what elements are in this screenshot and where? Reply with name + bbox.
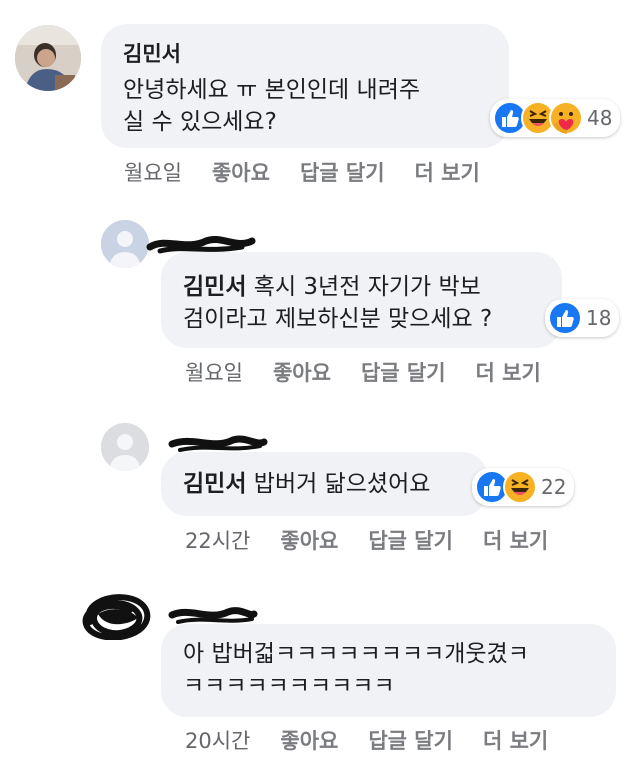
scribbled-avatar [82,594,151,641]
comment-time[interactable]: 22시간 [185,525,250,555]
haha-icon [503,470,537,504]
reaction-summary[interactable]: 22 [472,468,575,506]
default-avatar-icon [101,423,149,471]
comment-bubble: 김민서 밥버거 닮으셨어요 [161,452,488,516]
mention-link[interactable]: 김민서 [183,274,246,300]
avatar[interactable] [101,423,149,471]
more-button[interactable]: 더 보기 [476,357,541,387]
like-icon [548,301,582,335]
reaction-count: 18 [586,306,612,330]
like-button[interactable]: 좋아요 [280,525,338,555]
avatar[interactable] [80,592,154,641]
comment-bubble: 아 밥버걻ㅋㅋㅋㅋㅋㅋㅋㅋ개웃겼ㅋ ㅋㅋㅋㅋㅋㅋㅋㅋㅋㅋ [161,624,616,717]
comment-text: 아 밥버걻ㅋㅋㅋㅋㅋㅋㅋㅋ개웃겼ㅋ ㅋㅋㅋㅋㅋㅋㅋㅋㅋㅋ [183,641,529,699]
comment-bubble: 김민서 혹시 3년전 자기가 박보 검이라고 제보하신분 맞으세요 ? [161,252,562,348]
comment-4: 아 밥버걻ㅋㅋㅋㅋㅋㅋㅋㅋ개웃겼ㅋ ㅋㅋㅋㅋㅋㅋㅋㅋㅋㅋ 20시간 좋아요 답글… [0,0,640,753]
avatar[interactable] [101,220,149,268]
comment-text: 김민서 밥버거 닮으셨어요 [183,468,466,500]
comment-text: 김민서 혹시 3년전 자기가 박보 검이라고 제보하신분 맞으세요 ? [183,271,540,335]
comment-time[interactable]: 월요일 [185,357,243,387]
comment-actions: 20시간 좋아요 답글 달기 더 보기 [185,725,578,755]
reply-button[interactable]: 답글 달기 [368,525,453,555]
more-button[interactable]: 더 보기 [483,725,548,755]
mention-link[interactable]: 김민서 [183,471,246,497]
more-button[interactable]: 더 보기 [483,525,548,555]
comment-actions: 22시간 좋아요 답글 달기 더 보기 [185,525,578,555]
reply-button[interactable]: 답글 달기 [361,357,446,387]
reaction-count: 22 [541,475,567,499]
comment-body: 밥버거 닮으셨어요 [246,471,431,497]
like-button[interactable]: 좋아요 [273,357,331,387]
reaction-summary[interactable]: 18 [545,299,620,337]
comment-time[interactable]: 20시간 [185,725,250,755]
default-avatar-icon [101,220,149,268]
like-button[interactable]: 좋아요 [280,725,338,755]
comment-actions: 월요일 좋아요 답글 달기 더 보기 [185,357,571,387]
reply-button[interactable]: 답글 달기 [368,725,453,755]
